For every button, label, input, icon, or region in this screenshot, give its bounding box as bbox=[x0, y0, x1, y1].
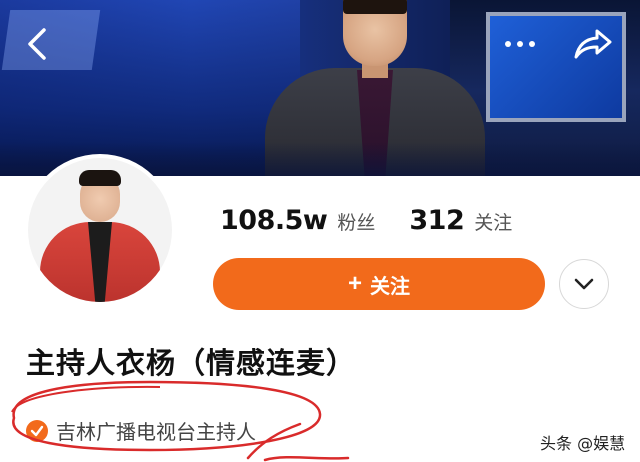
avatar-hair bbox=[79, 170, 121, 186]
avatar-photo bbox=[28, 158, 172, 302]
more-button[interactable] bbox=[500, 30, 540, 58]
followers-label[interactable]: 粉丝 bbox=[337, 208, 375, 235]
verification-info: 吉林广播电视台主持人 bbox=[26, 416, 256, 445]
anchor-hair bbox=[343, 0, 407, 14]
following-label[interactable]: 关注 bbox=[474, 208, 512, 235]
watermark: 头条 @娱慧 bbox=[540, 434, 626, 453]
follow-button[interactable]: + 关注 bbox=[213, 258, 545, 310]
avatar[interactable] bbox=[24, 154, 176, 306]
share-button[interactable] bbox=[570, 24, 616, 64]
profile-name: 主持人衣杨（情感连麦） bbox=[26, 346, 357, 380]
profile-stats: 108.5w 粉丝 312 关注 bbox=[220, 205, 512, 236]
more-dots-icon bbox=[505, 41, 535, 47]
share-arrow-icon bbox=[574, 29, 612, 59]
followers-count[interactable]: 108.5w bbox=[220, 205, 328, 236]
verification-text: 吉林广播电视台主持人 bbox=[56, 420, 256, 444]
back-button[interactable] bbox=[20, 24, 54, 64]
plus-icon: + bbox=[347, 270, 362, 297]
verified-check-icon bbox=[26, 419, 48, 442]
chevron-down-icon bbox=[574, 278, 594, 290]
follow-button-label: 关注 bbox=[370, 275, 410, 298]
verified-check-glyph bbox=[30, 425, 44, 436]
back-chevron-icon bbox=[28, 28, 46, 60]
following-count[interactable]: 312 bbox=[409, 205, 464, 236]
recommend-dropdown-button[interactable] bbox=[559, 259, 609, 309]
